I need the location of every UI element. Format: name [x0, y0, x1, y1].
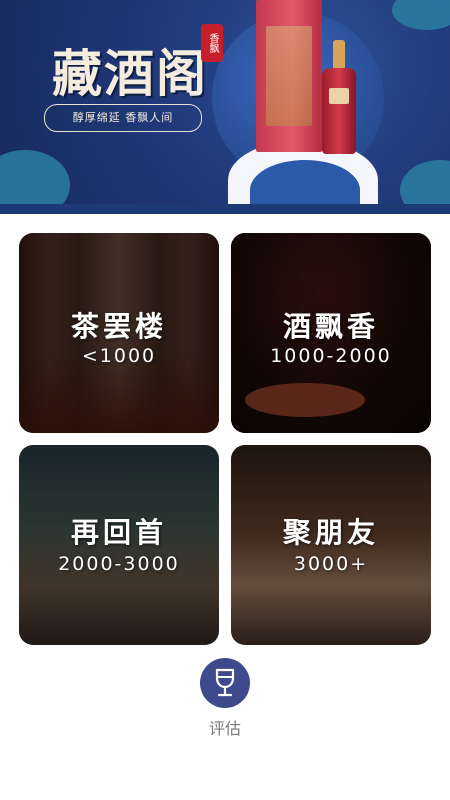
- cloud-decoration: [392, 0, 450, 30]
- category-name: 酒飘香: [282, 310, 379, 343]
- banner-title: 藏酒阁: [52, 44, 208, 103]
- gift-box-image: [256, 0, 322, 152]
- wine-glass-icon: [215, 668, 235, 697]
- banner-bottom-strip: [0, 204, 450, 214]
- banner-slogan: 醇厚绵延 香飘人间: [44, 104, 202, 132]
- category-name: 再回首: [70, 516, 167, 549]
- banner-seal: 香飘: [201, 24, 223, 62]
- category-price-range: 2000-3000: [58, 553, 180, 575]
- nav-icon-circle: [200, 658, 250, 708]
- category-card-jiupiaoxiang[interactable]: 酒飘香 1000-2000: [231, 233, 431, 433]
- price-category-grid: 茶罢楼 <1000 酒飘香 1000-2000 再回首 2000-3000 聚朋…: [19, 233, 431, 645]
- hero-banner: 藏酒阁 香飘 醇厚绵延 香飘人间: [0, 0, 450, 214]
- evaluate-nav-button[interactable]: 评估: [193, 656, 257, 746]
- category-card-jupengyou[interactable]: 聚朋友 3000+: [231, 445, 431, 645]
- category-name: 聚朋友: [282, 516, 379, 549]
- category-price-range: 1000-2000: [270, 345, 392, 367]
- category-price-range: 3000+: [293, 553, 369, 575]
- category-card-zaihuishou[interactable]: 再回首 2000-3000: [19, 445, 219, 645]
- nav-label: 评估: [208, 719, 241, 738]
- liquor-bottle-image: [322, 40, 356, 154]
- category-price-range: <1000: [81, 345, 157, 367]
- category-card-chabalou[interactable]: 茶罢楼 <1000: [19, 233, 219, 433]
- category-name: 茶罢楼: [70, 310, 167, 343]
